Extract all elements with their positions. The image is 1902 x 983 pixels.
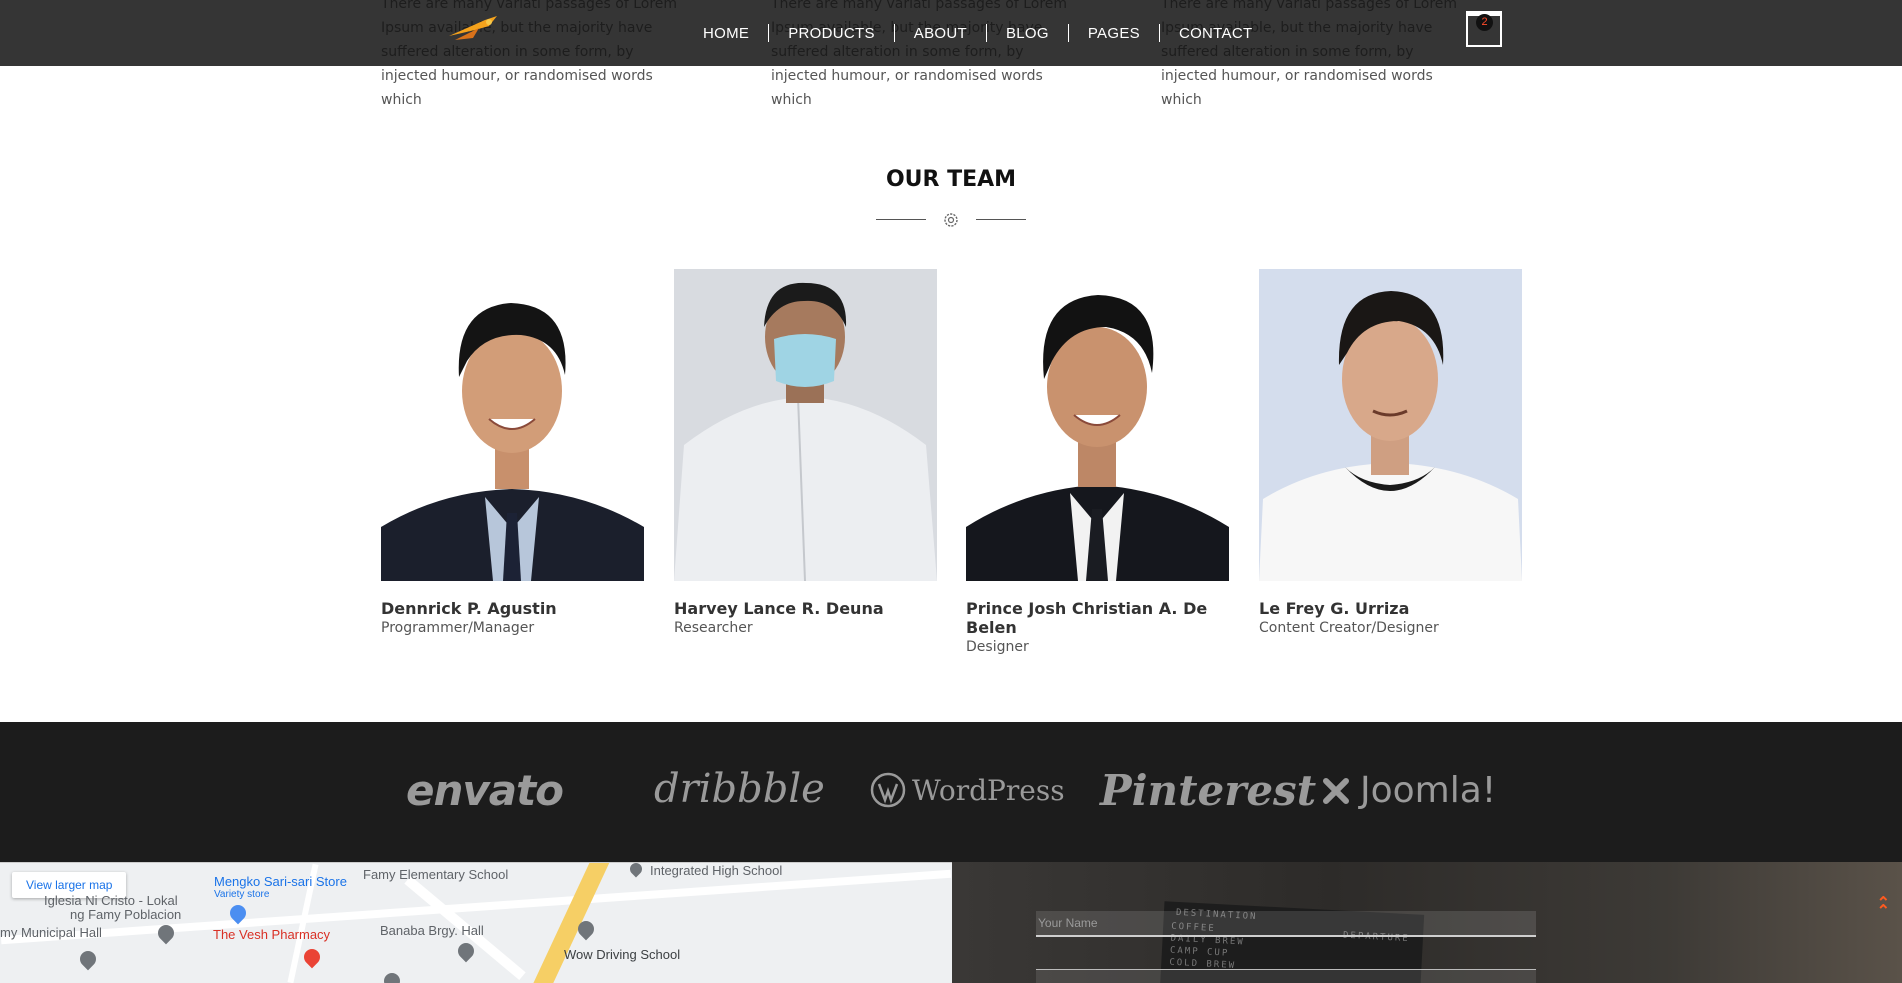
embedded-map[interactable]: View larger map Mengko Sari-sari Store V…	[0, 862, 952, 983]
cart-icon[interactable]: 2	[1466, 11, 1502, 47]
team-member-card: Harvey Lance R. Deuna Researcher	[674, 269, 937, 636]
email-input[interactable]	[1036, 969, 1536, 983]
nav-about[interactable]: ABOUT	[895, 25, 986, 42]
member-name: Harvey Lance R. Deuna	[674, 599, 884, 618]
map-label-driving[interactable]: Wow Driving School	[564, 947, 680, 962]
team-member-card: Le Frey G. Urriza Content Creator/Design…	[1259, 269, 1522, 636]
contact-section: DESTINATION COFFEE DAILY BREW CAMP CUP C…	[952, 862, 1902, 983]
member-name: Prince Josh Christian A. De Belen	[966, 599, 1208, 637]
member-photo	[966, 269, 1229, 581]
map-label-pharmacy[interactable]: The Vesh Pharmacy	[213, 927, 330, 942]
nav-contact[interactable]: CONTACT	[1160, 25, 1271, 42]
hall-pin-icon[interactable]	[454, 939, 478, 963]
joomla-icon	[1323, 777, 1349, 804]
nav-blog[interactable]: BLOG	[987, 25, 1068, 42]
member-photo	[674, 269, 937, 581]
member-photo	[1259, 269, 1522, 581]
nav-pages[interactable]: PAGES	[1069, 25, 1159, 42]
logo-icon[interactable]	[445, 12, 501, 46]
main-nav: HOME PRODUCTS ABOUT BLOG PAGES CONTACT	[684, 0, 1271, 66]
member-name: Le Frey G. Urriza	[1259, 599, 1410, 618]
map-label-store-type: Variety store	[214, 889, 270, 900]
name-input[interactable]	[1036, 911, 1536, 937]
section-title: OUR TEAM	[885, 167, 1017, 192]
member-role: Content Creator/Designer	[1259, 620, 1439, 636]
map-label-church1: Iglesia Ni Cristo - Lokal	[44, 893, 178, 908]
nav-products[interactable]: PRODUCTS	[769, 25, 894, 42]
nav-home[interactable]: HOME	[684, 25, 768, 42]
map-label-hall2[interactable]: Banaba Brgy. Hall	[380, 923, 484, 938]
board-text: CAMP CUP	[1169, 945, 1230, 959]
title-divider	[876, 208, 1026, 232]
team-member-card: Dennrick P. Agustin Programmer/Manager	[381, 269, 644, 636]
pinterest-logo[interactable]: Pinterest	[1100, 766, 1316, 815]
joomla-wordmark: Joomla!	[1360, 770, 1497, 811]
divider-line	[976, 219, 1026, 220]
map-label-school2[interactable]: Integrated High School	[650, 863, 782, 878]
gear-icon	[944, 213, 958, 227]
member-photo	[381, 269, 644, 581]
site-header: HOME PRODUCTS ABOUT BLOG PAGES CONTACT 2	[0, 0, 1902, 66]
pharmacy-pin-icon[interactable]	[300, 945, 324, 969]
map-pin-icon[interactable]	[380, 969, 404, 983]
map-label-hall1[interactable]: my Municipal Hall	[0, 925, 102, 940]
member-role: Designer	[966, 639, 1029, 655]
map-label-church2: ng Famy Poblacion	[70, 907, 182, 922]
map-label-school1[interactable]: Famy Elementary School	[363, 867, 508, 882]
map-label-store[interactable]: Mengko Sari-sari Store	[214, 874, 347, 889]
cart-count-badge: 2	[1476, 14, 1493, 31]
wordpress-icon	[870, 772, 906, 808]
member-role: Programmer/Manager	[381, 620, 535, 636]
map-main-road	[524, 863, 614, 983]
divider-line	[876, 219, 926, 220]
joomla-logo[interactable]: Joomla!	[1318, 770, 1496, 811]
wordpress-wordmark: WordPress	[912, 773, 1065, 807]
scroll-to-top-icon[interactable]: ⌃ ⌃	[1877, 896, 1890, 920]
school-pin-icon[interactable]	[627, 863, 645, 878]
wordpress-logo[interactable]: WordPress	[870, 772, 1065, 808]
hall-pin-icon[interactable]	[76, 947, 100, 971]
team-member-card: Prince Josh Christian A. De Belen Design…	[966, 269, 1229, 655]
member-name: Dennrick P. Agustin	[381, 599, 557, 618]
envato-logo[interactable]: envato	[406, 766, 564, 815]
dribbble-logo[interactable]: dribbble	[654, 766, 825, 812]
brand-logos-strip: envato dribbble WordPress Pinterest Joom…	[0, 722, 1902, 862]
member-role: Researcher	[674, 620, 753, 636]
